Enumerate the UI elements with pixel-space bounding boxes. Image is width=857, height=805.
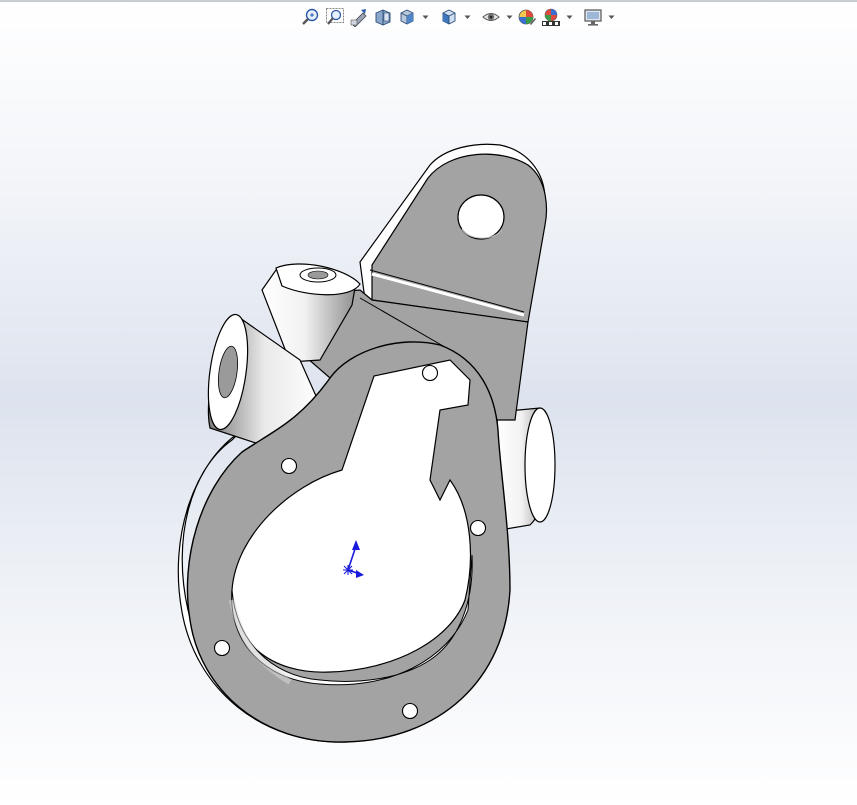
bolt-hole [421, 364, 439, 382]
bolt-hole [401, 702, 419, 720]
bolt-hole [280, 457, 298, 475]
graphics-viewport[interactable] [0, 0, 857, 805]
cad-model[interactable] [0, 0, 857, 805]
mounting-lug [359, 143, 547, 323]
bolt-hole [213, 639, 231, 657]
bolt-hole [469, 519, 487, 537]
